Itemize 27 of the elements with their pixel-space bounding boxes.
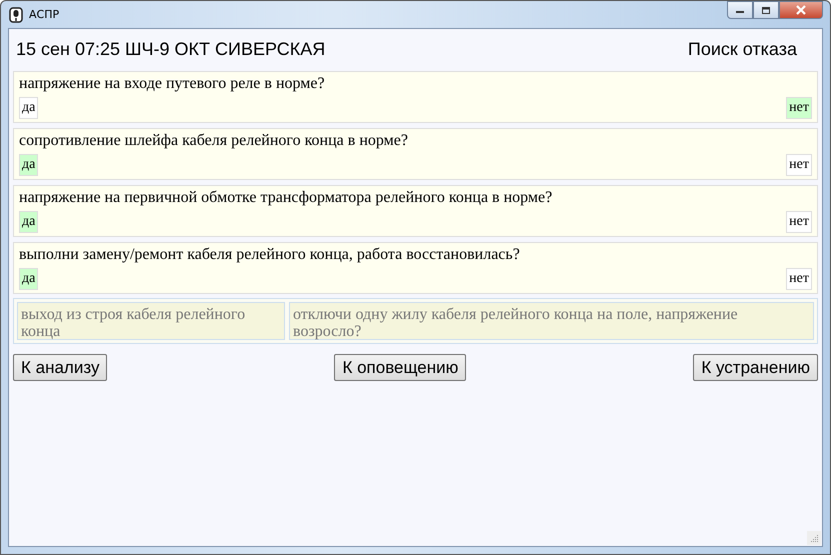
microphone-icon (9, 6, 23, 22)
question-text: выполни замену/ремонт кабеля релейного конца, работа восстановилась? (19, 246, 521, 265)
answer-button[interactable]: нет (786, 154, 812, 176)
question-text: напряжение на входе путевого реле в норме? (19, 75, 326, 94)
window-title: АСПР (29, 8, 60, 21)
nav-button[interactable]: К анализу (13, 354, 108, 381)
nav-button[interactable]: К оповещению (334, 354, 466, 381)
answer-button[interactable]: да (19, 97, 38, 119)
close-icon (795, 5, 807, 15)
resize-grip-icon[interactable] (807, 531, 821, 545)
question-text: напряжение на первичной обмотке трансформатора релейного конца в норме? (19, 189, 554, 208)
maximize-button[interactable] (753, 1, 779, 19)
question-text: сопротивление шлейфа кабеля релейного конца в норме? (19, 132, 409, 151)
close-button[interactable] (779, 1, 823, 19)
maximize-icon (761, 6, 771, 14)
minimize-button[interactable] (727, 1, 753, 19)
suggestion-item[interactable]: отключи одну жилу кабеля релейного конца на поле, напряжение возросло? (289, 302, 814, 340)
suggestion-item[interactable]: выход из строя кабеля релейного конца (17, 302, 285, 340)
answer-button[interactable]: да (19, 268, 38, 290)
answer-button[interactable]: нет (786, 268, 812, 290)
header-info: 15 сен 07:25 ШЧ-9 ОКТ СИВЕРСКАЯ (16, 39, 326, 61)
answer-button[interactable]: да (19, 154, 38, 176)
answer-button[interactable]: нет (786, 211, 812, 233)
mode-label: Поиск отказа (688, 39, 797, 61)
answer-button[interactable]: да (19, 211, 38, 233)
answer-button[interactable]: нет (786, 97, 812, 119)
nav-button[interactable]: К устранению (693, 354, 818, 381)
